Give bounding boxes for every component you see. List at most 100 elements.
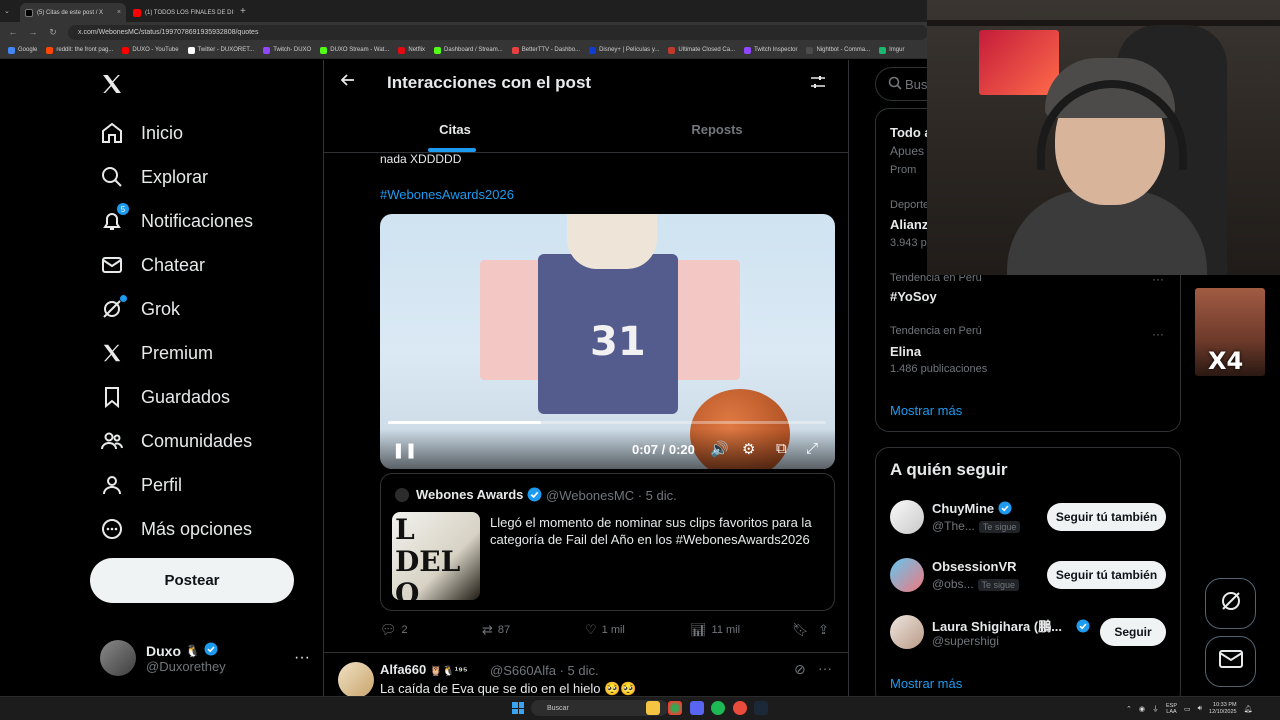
bookmark-item[interactable]: Dashboard / Stream... xyxy=(434,46,503,54)
bookmark-item[interactable]: reddit: the front pag... xyxy=(46,46,113,54)
more-icon[interactable]: ··· xyxy=(818,660,832,676)
follow-back-button[interactable]: Seguir tú también xyxy=(1047,561,1166,589)
youtube-favicon-icon xyxy=(133,8,141,17)
messages-floating-button[interactable] xyxy=(1205,636,1256,687)
new-tab-icon[interactable]: + xyxy=(240,6,246,17)
discord-icon[interactable] xyxy=(690,701,704,715)
forward-arrow-icon[interactable]: → xyxy=(28,27,38,37)
browser-tab-youtube[interactable]: (1) TODOS LOS FINALES DE DI × xyxy=(128,3,234,22)
gear-icon[interactable]: ⚙ xyxy=(742,440,755,458)
reply-count: 2 xyxy=(401,624,408,636)
spotify-icon[interactable] xyxy=(711,701,725,715)
filter-sliders-icon[interactable] xyxy=(810,74,826,94)
tab-citas[interactable]: Citas xyxy=(324,106,586,153)
steam-icon[interactable] xyxy=(754,701,768,715)
windows-start-icon[interactable] xyxy=(512,702,524,714)
grok-floating-button[interactable] xyxy=(1205,578,1256,629)
bookmark-item[interactable]: Imgur xyxy=(879,46,904,54)
bookmark-item[interactable]: Disney+ | Películas y... xyxy=(589,46,659,54)
repost-button[interactable]: ⇄ 87 xyxy=(482,622,510,638)
sidebar-item-notificaciones[interactable]: 5 Notificaciones xyxy=(100,201,253,241)
tab-reposts[interactable]: Reposts xyxy=(586,106,848,153)
follow-suggestion[interactable]: ObsessionVR @obs... Te sigue Seguir tú ta… xyxy=(890,558,1180,598)
quoted-post[interactable]: Webones Awards @WebonesMC · 5 dic. L DEL… xyxy=(380,473,835,611)
more-icon[interactable]: ··· xyxy=(294,649,310,667)
show-more-link[interactable]: Mostrar más xyxy=(890,403,962,418)
bookmark-item[interactable]: Twitch- DUXO xyxy=(263,46,311,54)
penguin-emoji-icon: 🐧 xyxy=(185,643,200,658)
bookmark-item[interactable]: Ultimate Closed Ca... xyxy=(668,46,735,54)
trend-name[interactable]: Elina xyxy=(890,344,921,359)
sidebar-item-label: Premium xyxy=(141,342,214,363)
back-arrow-icon[interactable]: ← xyxy=(8,27,18,37)
bookmark-item[interactable]: Twitter - DUXORET... xyxy=(187,46,254,54)
grok-icon[interactable]: ⊘ xyxy=(794,661,806,678)
browser-tab-x[interactable]: (5) Citas de este post / X × xyxy=(20,3,126,22)
language-indicator[interactable]: ESP LAA xyxy=(1166,703,1177,715)
sidebar-item-guardados[interactable]: Guardados xyxy=(100,377,230,417)
heart-icon: ♡ xyxy=(585,622,597,637)
account-switcher[interactable]: Duxo 🐧 @Duxorethey ··· xyxy=(100,638,310,678)
sidebar-item-inicio[interactable]: Inicio xyxy=(100,113,183,153)
fullscreen-icon[interactable]: ⤢ xyxy=(806,440,818,457)
views-button[interactable]: 📊︎ 11 mil xyxy=(690,622,740,638)
clock[interactable]: 10:33 PM 12/10/2025 xyxy=(1209,702,1237,716)
new-indicator-dot xyxy=(120,295,127,302)
share-button[interactable]: ⇪ xyxy=(818,622,829,638)
sidebar-item-comunidades[interactable]: Comunidades xyxy=(100,421,252,461)
chevron-up-icon[interactable]: ⌃ xyxy=(1126,705,1132,713)
hashtag-link[interactable]: #WebonesAwards2026 xyxy=(380,187,514,202)
sidebar-item-premium[interactable]: Premium xyxy=(100,333,213,373)
x-logo-icon[interactable] xyxy=(100,72,124,96)
obs-icon[interactable] xyxy=(733,701,747,715)
notification-bell-icon[interactable]: 🔔︎ xyxy=(1244,705,1253,713)
bookmark-item[interactable]: DUXO - YouTube xyxy=(122,46,179,54)
bookmark-item[interactable]: DUXO Stream - Wat... xyxy=(320,46,389,54)
pause-icon[interactable]: ❚❚ xyxy=(392,441,417,459)
sidebar-item-grok[interactable]: Grok xyxy=(100,289,180,329)
bookmark-favicon-icon xyxy=(320,46,328,54)
bookmark-item[interactable]: Twitch Inspector xyxy=(744,46,797,54)
sidebar-item-chatear[interactable]: Chatear xyxy=(100,245,205,285)
post-text: nada XDDDDD xyxy=(380,152,462,166)
bookmark-item[interactable]: Nightbot - Comma... xyxy=(806,46,870,54)
chrome-icon[interactable] xyxy=(668,701,682,715)
follow-button[interactable]: Seguir xyxy=(1100,618,1166,646)
sidebar-item-explorar[interactable]: Explorar xyxy=(100,157,208,197)
file-explorer-icon[interactable] xyxy=(646,701,660,715)
trend-promo-title[interactable]: Todo a xyxy=(890,125,932,140)
usb-icon[interactable]: ⏚ xyxy=(1152,704,1159,714)
follow-back-button[interactable]: Seguir tú también xyxy=(1047,503,1166,531)
bookmark-item[interactable]: Google xyxy=(8,46,37,54)
bookmark-button[interactable]: 🔖︎ xyxy=(792,622,809,638)
volume-icon[interactable]: 🔊 xyxy=(710,440,729,458)
show-more-link[interactable]: Mostrar más xyxy=(890,676,962,691)
video-player[interactable]: 31 ❚❚ 0:07 / 0:20 🔊 ⚙ ⧉ ⤢ xyxy=(380,214,835,469)
follow-suggestion[interactable]: ChuyMine @The... Te sigue Seguir tú tambi… xyxy=(890,500,1180,540)
follow-suggestion[interactable]: Laura Shigihara (鵬... @supershigi Seguir xyxy=(890,615,1180,655)
volume-icon[interactable]: 🔊︎ xyxy=(1198,705,1202,713)
reload-icon[interactable]: ↻ xyxy=(48,27,58,38)
tab-close-icon[interactable]: × xyxy=(233,9,234,16)
avatar[interactable] xyxy=(338,662,374,696)
verified-badge-icon xyxy=(204,642,218,659)
post-button[interactable]: Postear xyxy=(90,558,294,603)
clock-date: 12/10/2025 xyxy=(1209,709,1237,715)
video-progress-bar[interactable] xyxy=(388,421,826,424)
monitor-icon[interactable]: ▭ xyxy=(1184,705,1191,713)
tab-close-icon[interactable]: × xyxy=(117,9,121,16)
tab-search-icon[interactable]: ⌄ xyxy=(4,7,16,15)
more-icon[interactable]: ··· xyxy=(1152,327,1164,341)
network-icon[interactable]: ◉ xyxy=(1139,705,1145,713)
url-field[interactable]: x.com/WebonesMC/status/19970786919359328… xyxy=(68,24,928,40)
reply-button[interactable]: 💬︎ 2 xyxy=(380,622,408,638)
bookmark-item[interactable]: Netflix xyxy=(398,46,425,54)
sidebar-item-msopciones[interactable]: Más opciones xyxy=(100,509,252,549)
picture-in-picture-icon[interactable]: ⧉ xyxy=(776,440,787,457)
bookmark-item[interactable]: BetterTTV - Dashbo... xyxy=(511,46,580,54)
sidebar-item-perfil[interactable]: Perfil xyxy=(100,465,182,505)
back-arrow-icon[interactable] xyxy=(340,72,356,93)
trend-name[interactable]: Alianz xyxy=(890,217,928,232)
trend-name[interactable]: #YoSoy xyxy=(890,289,937,304)
like-button[interactable]: ♡ 1 mil xyxy=(585,622,625,638)
